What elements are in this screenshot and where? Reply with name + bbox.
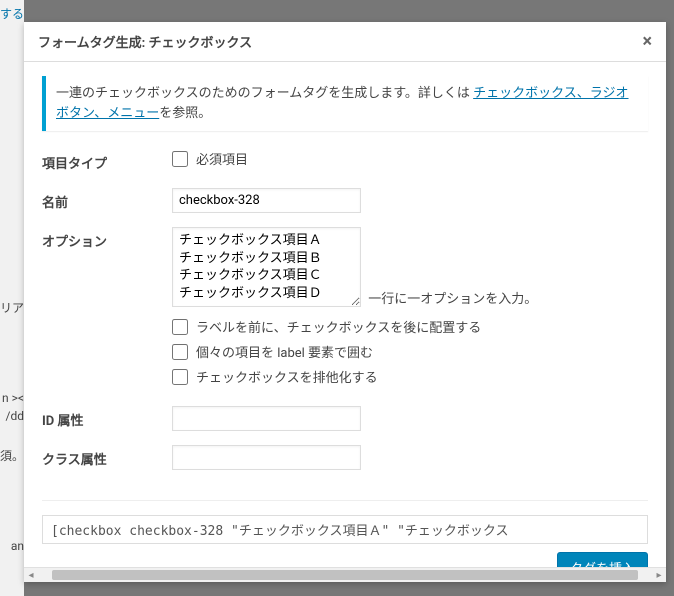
label-id-attr: ID 属性 bbox=[42, 406, 172, 429]
scrollbar-thumb[interactable] bbox=[52, 570, 638, 580]
form-tag-generator-modal: フォームタグ生成: チェックボックス × 一連のチェックボックスのためのフォーム… bbox=[24, 22, 666, 582]
exclusive-text: チェックボックスを排他化する bbox=[196, 367, 378, 386]
options-hint: 一行に一オプションを入力。 bbox=[368, 292, 537, 307]
modal-header: フォームタグ生成: チェックボックス × bbox=[24, 22, 666, 62]
exclusive-checkbox-row[interactable]: チェックボックスを排他化する bbox=[172, 367, 648, 386]
required-checkbox[interactable] bbox=[172, 151, 188, 167]
background-admin-fragment: する リア n >< /dd 須。 an bbox=[0, 0, 24, 596]
name-input[interactable] bbox=[172, 188, 361, 213]
label-field-type: 項目タイプ bbox=[42, 149, 172, 172]
exclusive-checkbox[interactable] bbox=[172, 369, 188, 385]
wrap-label-text: 個々の項目を label 要素で囲む bbox=[196, 342, 373, 361]
horizontal-scrollbar[interactable]: ◂ ▸ bbox=[24, 567, 666, 582]
scroll-left-arrow-icon[interactable]: ◂ bbox=[24, 570, 38, 581]
close-icon[interactable]: × bbox=[642, 33, 652, 51]
id-attr-input[interactable] bbox=[172, 406, 361, 431]
info-text-suffix: を参照。 bbox=[159, 106, 211, 121]
wrap-label-checkbox-row[interactable]: 個々の項目を label 要素で囲む bbox=[172, 342, 648, 361]
info-notice: 一連のチェックボックスのためのフォームタグを生成します。詳しくは チェックボック… bbox=[42, 76, 648, 131]
required-checkbox-label: 必須項目 bbox=[196, 149, 248, 168]
wrap-label-checkbox[interactable] bbox=[172, 344, 188, 360]
label-first-checkbox-row[interactable]: ラベルを前に、チェックボックスを後に配置する bbox=[172, 317, 648, 336]
modal-title: フォームタグ生成: チェックボックス bbox=[38, 32, 642, 51]
class-attr-input[interactable] bbox=[172, 445, 361, 470]
label-first-text: ラベルを前に、チェックボックスを後に配置する bbox=[196, 317, 481, 336]
shortcode-output[interactable] bbox=[42, 515, 648, 544]
label-first-checkbox[interactable] bbox=[172, 319, 188, 335]
scroll-right-arrow-icon[interactable]: ▸ bbox=[652, 570, 666, 581]
modal-body: 一連のチェックボックスのためのフォームタグを生成します。詳しくは チェックボック… bbox=[24, 62, 666, 582]
label-options: オプション bbox=[42, 227, 172, 250]
info-text-prefix: 一連のチェックボックスのためのフォームタグを生成します。詳しくは bbox=[56, 86, 470, 101]
options-textarea[interactable]: チェックボックス項目Ａ チェックボックス項目Ｂ チェックボックス項目Ｃ チェック… bbox=[172, 227, 361, 307]
label-name: 名前 bbox=[42, 188, 172, 211]
required-checkbox-row[interactable]: 必須項目 bbox=[172, 149, 648, 168]
label-class-attr: クラス属性 bbox=[42, 445, 172, 468]
form-fields-grid: 項目タイプ 必須項目 名前 オプション チェックボックス項目Ａ チェックボックス… bbox=[42, 149, 648, 470]
